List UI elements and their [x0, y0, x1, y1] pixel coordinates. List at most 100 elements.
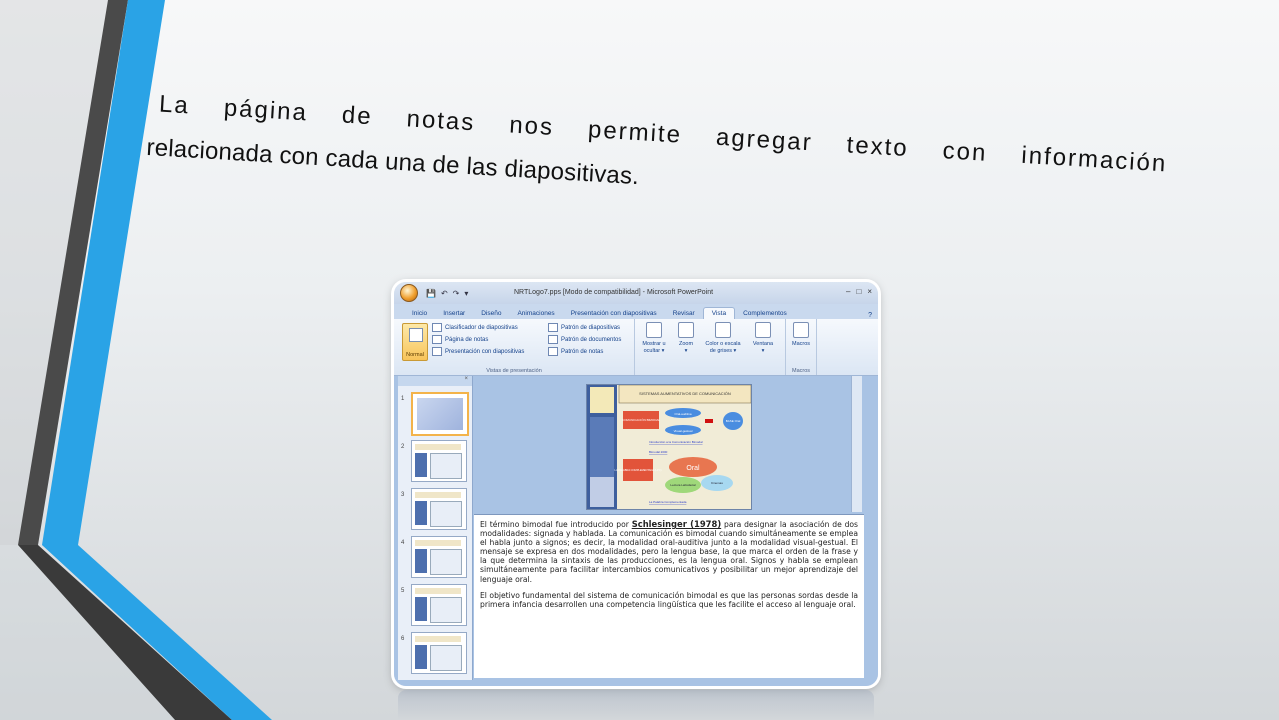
thumbnail-number: 4 [401, 540, 405, 546]
macros-button[interactable]: Macros [789, 322, 813, 348]
slide-thumbnail[interactable] [411, 392, 469, 436]
mini-base: BASE Oral [726, 419, 741, 423]
current-slide[interactable]: SISTEMAS AUMENTATIVOS DE COMUNICACIÓN CO… [586, 384, 752, 510]
show-hide-icon [646, 322, 662, 338]
mini-oral-aud: Oral-auditiva [674, 412, 691, 416]
slide-area: SISTEMAS AUMENTATIVOS DE COMUNICACIÓN CO… [474, 376, 864, 512]
undo-icon[interactable]: ↶ [441, 289, 448, 298]
window-controls: – □ × [846, 287, 872, 296]
slide-sorter-button[interactable]: Clasificador de diapositivas [432, 323, 518, 332]
quick-access-toolbar: 💾 ↶ ↷ ▾ [426, 289, 468, 298]
redo-icon[interactable]: ↷ [453, 289, 460, 298]
handout-master-icon [548, 335, 558, 344]
slide-vertical-scrollbar[interactable] [851, 376, 862, 512]
color-grayscale-button[interactable]: Color o escala de grises ▾ [701, 322, 745, 354]
customize-qat-icon[interactable]: ▾ [464, 289, 468, 298]
slide-word: nos [508, 111, 555, 142]
color-grayscale-icon [715, 322, 731, 338]
slide-body-text: La página de notas nos permite agregar texto con… [146, 90, 1188, 224]
maximize-icon[interactable]: □ [856, 287, 861, 296]
notes-master-button[interactable]: Patrón de notas [548, 347, 603, 356]
minimize-icon[interactable]: – [846, 287, 850, 296]
window-title: NRTLogo7.pps [Modo de compatibilidad] - … [514, 289, 714, 296]
mini-link3: La Palabra Complementada [649, 500, 687, 504]
tab-insertar[interactable]: Insertar [435, 308, 473, 319]
mini-lpc: LA PALABRA COMPLEMENTADA (LPC) [615, 468, 662, 472]
macros-icon [793, 322, 809, 338]
thumbnail-pane: × 1 2 3 4 5 6 [398, 376, 473, 680]
tab-animaciones[interactable]: Animaciones [509, 308, 562, 319]
tab-vista[interactable]: Vista [702, 307, 736, 319]
slideshow-button[interactable]: Presentación con diapositivas [432, 347, 524, 356]
window-button[interactable]: Ventana ▾ [749, 322, 777, 354]
tab-inicio[interactable]: Inicio [404, 308, 435, 319]
tab-complementos[interactable]: Complementos [735, 308, 795, 319]
zoom-button[interactable]: Zoom ▾ [675, 322, 697, 354]
close-icon[interactable]: × [867, 287, 872, 296]
screenshot-reflection [398, 690, 874, 720]
notes-author: Schlesinger (1978) [631, 519, 722, 529]
title-bar: 💾 ↶ ↷ ▾ NRTLogo7.pps [Modo de compatibil… [394, 282, 878, 304]
zoom-icon [678, 322, 694, 338]
slide-thumbnail[interactable] [411, 632, 467, 674]
thumbnail-number: 3 [401, 492, 405, 498]
slide-word: de [341, 101, 374, 131]
slide-word: notas [405, 105, 477, 137]
mini-left-box: COMUNICACIÓN BIMODAL [622, 417, 661, 422]
handout-master-button[interactable]: Patrón de documentos [548, 335, 621, 344]
thumbnail-number: 6 [401, 636, 405, 642]
tab-diseño[interactable]: Diseño [473, 308, 509, 319]
group-label-macros: Macros [791, 368, 811, 374]
mini-link1: Introducción a la Comunicación Bimodal [649, 440, 703, 444]
thumbnail-pane-header: × [398, 376, 472, 386]
thumbnail-number: 1 [401, 396, 405, 402]
slide-thumbnail[interactable] [411, 440, 467, 482]
workspace: × 1 2 3 4 5 6 SISTEMAS AUMENTATIVOS DE COMUNI… [394, 376, 878, 686]
notes-pane[interactable]: El término bimodal fue introducido por S… [474, 514, 864, 678]
ribbon-tabs: Inicio Insertar Diseño Animaciones Presentac… [394, 304, 878, 319]
slide-thumbnail[interactable] [411, 584, 467, 626]
slide-thumbnail[interactable] [411, 488, 467, 530]
group-show-zoom: Mostrar u ocultar ▾ Zoom ▾ Color o escal… [635, 319, 786, 375]
slide-word: página [223, 94, 309, 127]
group-label-vistas: Vistas de presentación [486, 368, 542, 374]
normal-view-icon [409, 328, 423, 342]
slide-master-icon [548, 323, 558, 332]
mini-visual: Visual-gestual [674, 429, 693, 433]
close-pane-icon[interactable]: × [464, 376, 468, 382]
slide-word: texto [845, 131, 910, 163]
notes-paragraph-2: El objetivo fundamental del sistema de c… [480, 590, 858, 609]
slide-word: permite [587, 116, 683, 149]
save-icon[interactable]: 💾 [426, 289, 436, 298]
mini-link2: Bimodal 2000 [649, 450, 668, 454]
slide-thumbnail[interactable] [411, 536, 467, 578]
slideshow-icon [432, 347, 442, 356]
show-hide-button[interactable]: Mostrar u ocultar ▾ [639, 322, 669, 354]
mini-kinemas: Kinemas [711, 481, 723, 485]
mini-lectura: Lectura Labiofacial [670, 483, 696, 487]
notes-page-icon [432, 335, 442, 344]
slide-word: agregar [715, 123, 814, 157]
ribbon: Normal Clasificador de diapositivas Pági… [394, 319, 878, 376]
mini-slide-header: SISTEMAS AUMENTATIVOS DE COMUNICACIÓN [639, 391, 731, 396]
office-button-icon[interactable] [400, 284, 418, 302]
slide-sorter-icon [432, 323, 442, 332]
tab-revisar[interactable]: Revisar [665, 308, 703, 319]
notes-page-button[interactable]: Página de notas [432, 335, 488, 344]
thumbnail-number: 5 [401, 588, 405, 594]
slide-word: con [941, 137, 989, 167]
help-icon[interactable]: ? [868, 312, 872, 319]
powerpoint-screenshot: 💾 ↶ ↷ ▾ NRTLogo7.pps [Modo de compatibil… [394, 282, 878, 686]
notes-master-icon [548, 347, 558, 356]
slide-word: información [1020, 141, 1169, 178]
normal-view-button[interactable]: Normal [402, 323, 428, 361]
thumbnail-number: 2 [401, 444, 405, 450]
window-icon [755, 322, 771, 338]
tab-presentación-con-diapositivas[interactable]: Presentación con diapositivas [563, 308, 665, 319]
mini-oral: Oral [686, 465, 700, 472]
slide-word: La [158, 90, 191, 120]
notes-paragraph-1: El término bimodal fue introducido por S… [480, 519, 858, 584]
group-macros: Macros Macros [786, 319, 817, 375]
slide-master-button[interactable]: Patrón de diapositivas [548, 323, 620, 332]
group-vistas: Normal Clasificador de diapositivas Pági… [394, 319, 635, 375]
